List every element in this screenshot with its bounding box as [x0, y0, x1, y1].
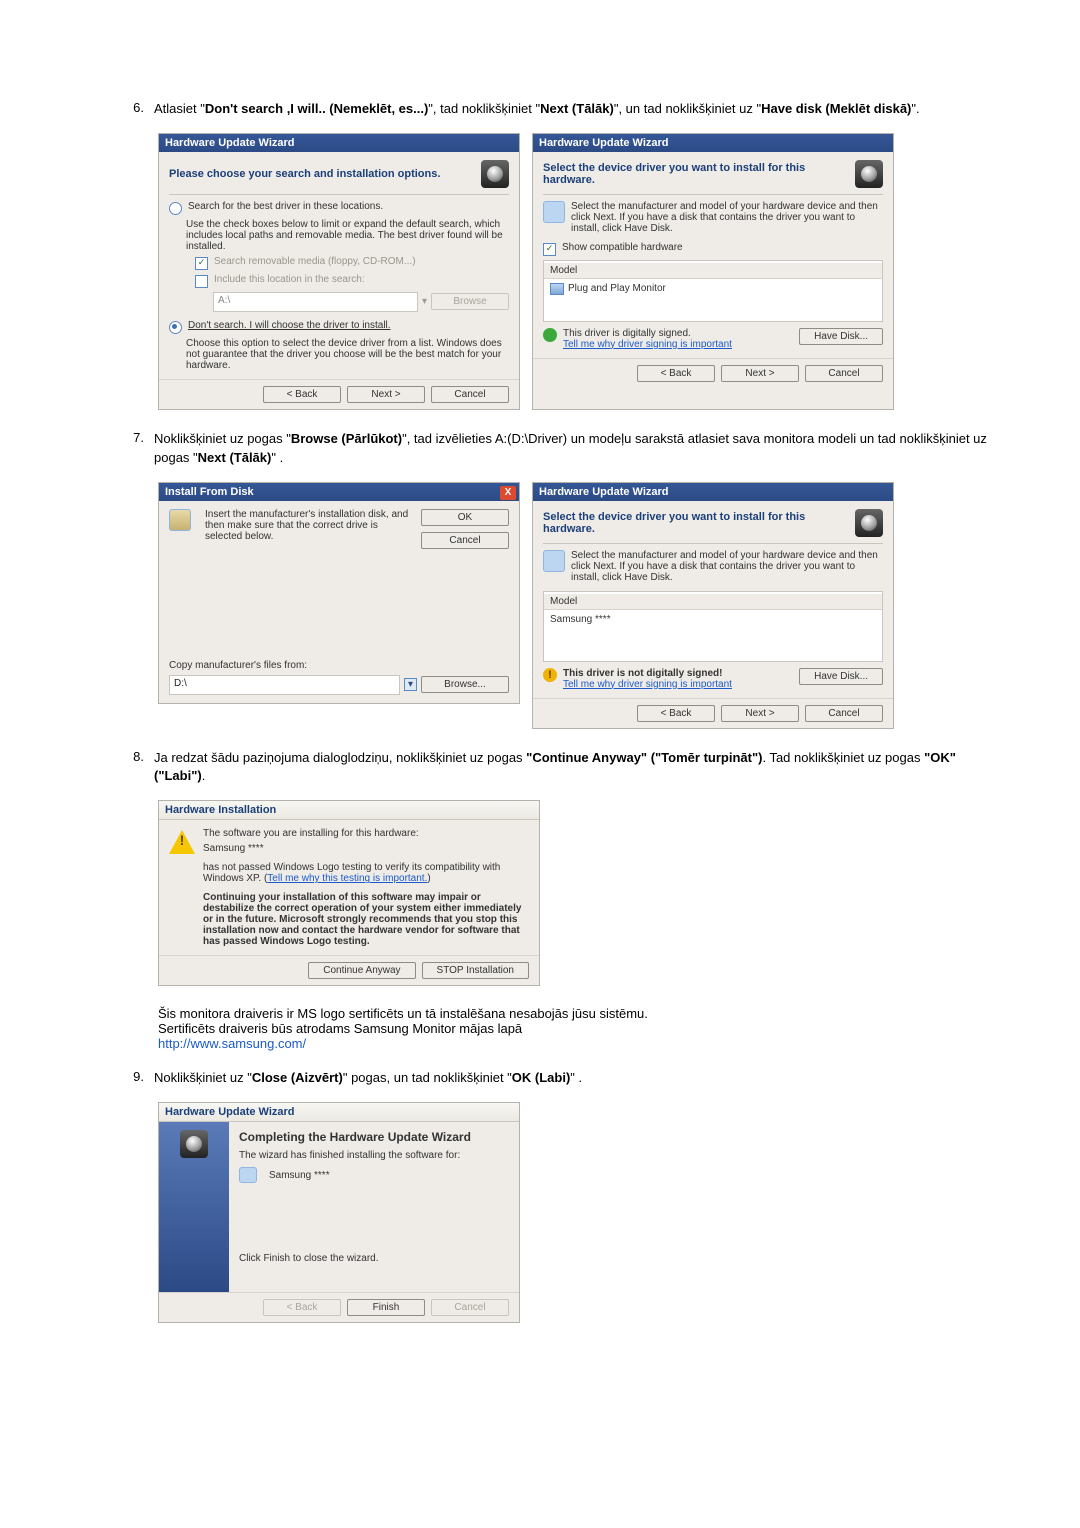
wizard-headline: Select the device driver you want to ins… [543, 511, 855, 535]
driver-signing-link[interactable]: Tell me why driver signing is important [563, 339, 732, 350]
check-include-location [195, 275, 208, 288]
wizard-icon [855, 160, 883, 188]
step-number: 8. [120, 749, 144, 764]
have-disk-button[interactable]: Have Disk... [799, 328, 883, 345]
wizard-complete: Hardware Update Wizard Completing the Ha… [158, 1102, 520, 1323]
copy-from-input[interactable]: D:\ [169, 675, 400, 695]
wizard-select-driver-1: Hardware Update Wizard Select the device… [532, 133, 894, 410]
driver-icon [543, 201, 565, 223]
step-number: 9. [120, 1069, 144, 1084]
dialog-title: Install From Disk [159, 483, 519, 501]
window-title: Hardware Update Wizard [159, 134, 519, 152]
cancel-button[interactable]: Cancel [805, 365, 883, 382]
close-icon[interactable]: X [500, 486, 516, 500]
install-from-disk-dialog: Install From Disk X Insert the manufactu… [158, 482, 520, 704]
driver-signing-link[interactable]: Tell me why driver signing is important [563, 679, 732, 690]
wizard-search-options: Hardware Update Wizard Please choose you… [158, 133, 520, 410]
samsung-url-link[interactable]: http://www.samsung.com/ [158, 1036, 306, 1051]
path-input: A:\ [213, 292, 418, 312]
wizard-select-driver-2: Hardware Update Wizard Select the device… [532, 482, 894, 729]
dialog-title: Hardware Installation [159, 801, 539, 820]
back-button[interactable]: < Back [637, 705, 715, 722]
step-number: 7. [120, 430, 144, 445]
step7-text: Noklikšķiniet uz pogas "Browse (Pārlūkot… [154, 430, 1000, 468]
check-removable [195, 257, 208, 270]
window-title: Hardware Update Wizard [533, 483, 893, 501]
window-title: Hardware Update Wizard [533, 134, 893, 152]
radio-dont-search[interactable] [169, 321, 182, 334]
browse-button[interactable]: Browse... [421, 676, 509, 693]
back-button: < Back [263, 1299, 341, 1316]
finish-button[interactable]: Finish [347, 1299, 425, 1316]
have-disk-button[interactable]: Have Disk... [799, 668, 883, 685]
wizard-headline: Select the device driver you want to ins… [543, 162, 855, 186]
cancel-button[interactable]: Cancel [431, 386, 509, 403]
continue-anyway-button[interactable]: Continue Anyway [308, 962, 415, 979]
testing-important-link[interactable]: Tell me why this testing is important. [267, 873, 427, 884]
model-list[interactable]: Model Plug and Play Monitor [543, 260, 883, 322]
warning-icon [543, 668, 557, 682]
monitor-icon [239, 1167, 257, 1183]
next-button[interactable]: Next > [721, 365, 799, 382]
check-show-compatible[interactable] [543, 243, 556, 256]
window-title: Hardware Update Wizard [159, 1103, 519, 1122]
back-button[interactable]: < Back [263, 386, 341, 403]
cancel-button: Cancel [431, 1299, 509, 1316]
wizard-sidebar [159, 1122, 229, 1292]
next-button[interactable]: Next > [347, 386, 425, 403]
warning-triangle-icon [169, 828, 195, 854]
signed-ok-icon [543, 328, 557, 342]
wizard-icon [481, 160, 509, 188]
cancel-button[interactable]: Cancel [421, 532, 509, 549]
browse-button: Browse [431, 293, 509, 310]
list-item[interactable]: Samsung **** [544, 610, 882, 629]
radio-search-best[interactable] [169, 202, 182, 215]
ok-button[interactable]: OK [421, 509, 509, 526]
hardware-installation-warning: Hardware Installation The software you a… [158, 800, 540, 986]
driver-icon [543, 550, 565, 572]
note-line: Sertificēts draiveris būs atrodams Samsu… [158, 1021, 1000, 1036]
back-button[interactable]: < Back [637, 365, 715, 382]
list-item[interactable]: Plug and Play Monitor [544, 279, 882, 299]
wizard-icon [180, 1130, 208, 1158]
step-number: 6. [120, 100, 144, 115]
model-list[interactable]: Model Samsung **** [543, 591, 883, 662]
monitor-icon [550, 283, 564, 295]
step8-text: Ja redzat šādu paziņojuma dialoglodziņu,… [154, 749, 1000, 787]
wizard-icon [855, 509, 883, 537]
disk-icon [169, 509, 191, 531]
step6-text: Atlasiet "Don't search ,I will.. (Nemekl… [154, 100, 1000, 119]
wizard-headline: Please choose your search and installati… [169, 168, 440, 180]
step9-text: Noklikšķiniet uz "Close (Aizvērt)" pogas… [154, 1069, 1000, 1088]
stop-installation-button[interactable]: STOP Installation [422, 962, 529, 979]
cancel-button[interactable]: Cancel [805, 705, 883, 722]
next-button[interactable]: Next > [721, 705, 799, 722]
note-line: Šis monitora draiveris ir MS logo sertif… [158, 1006, 1000, 1021]
